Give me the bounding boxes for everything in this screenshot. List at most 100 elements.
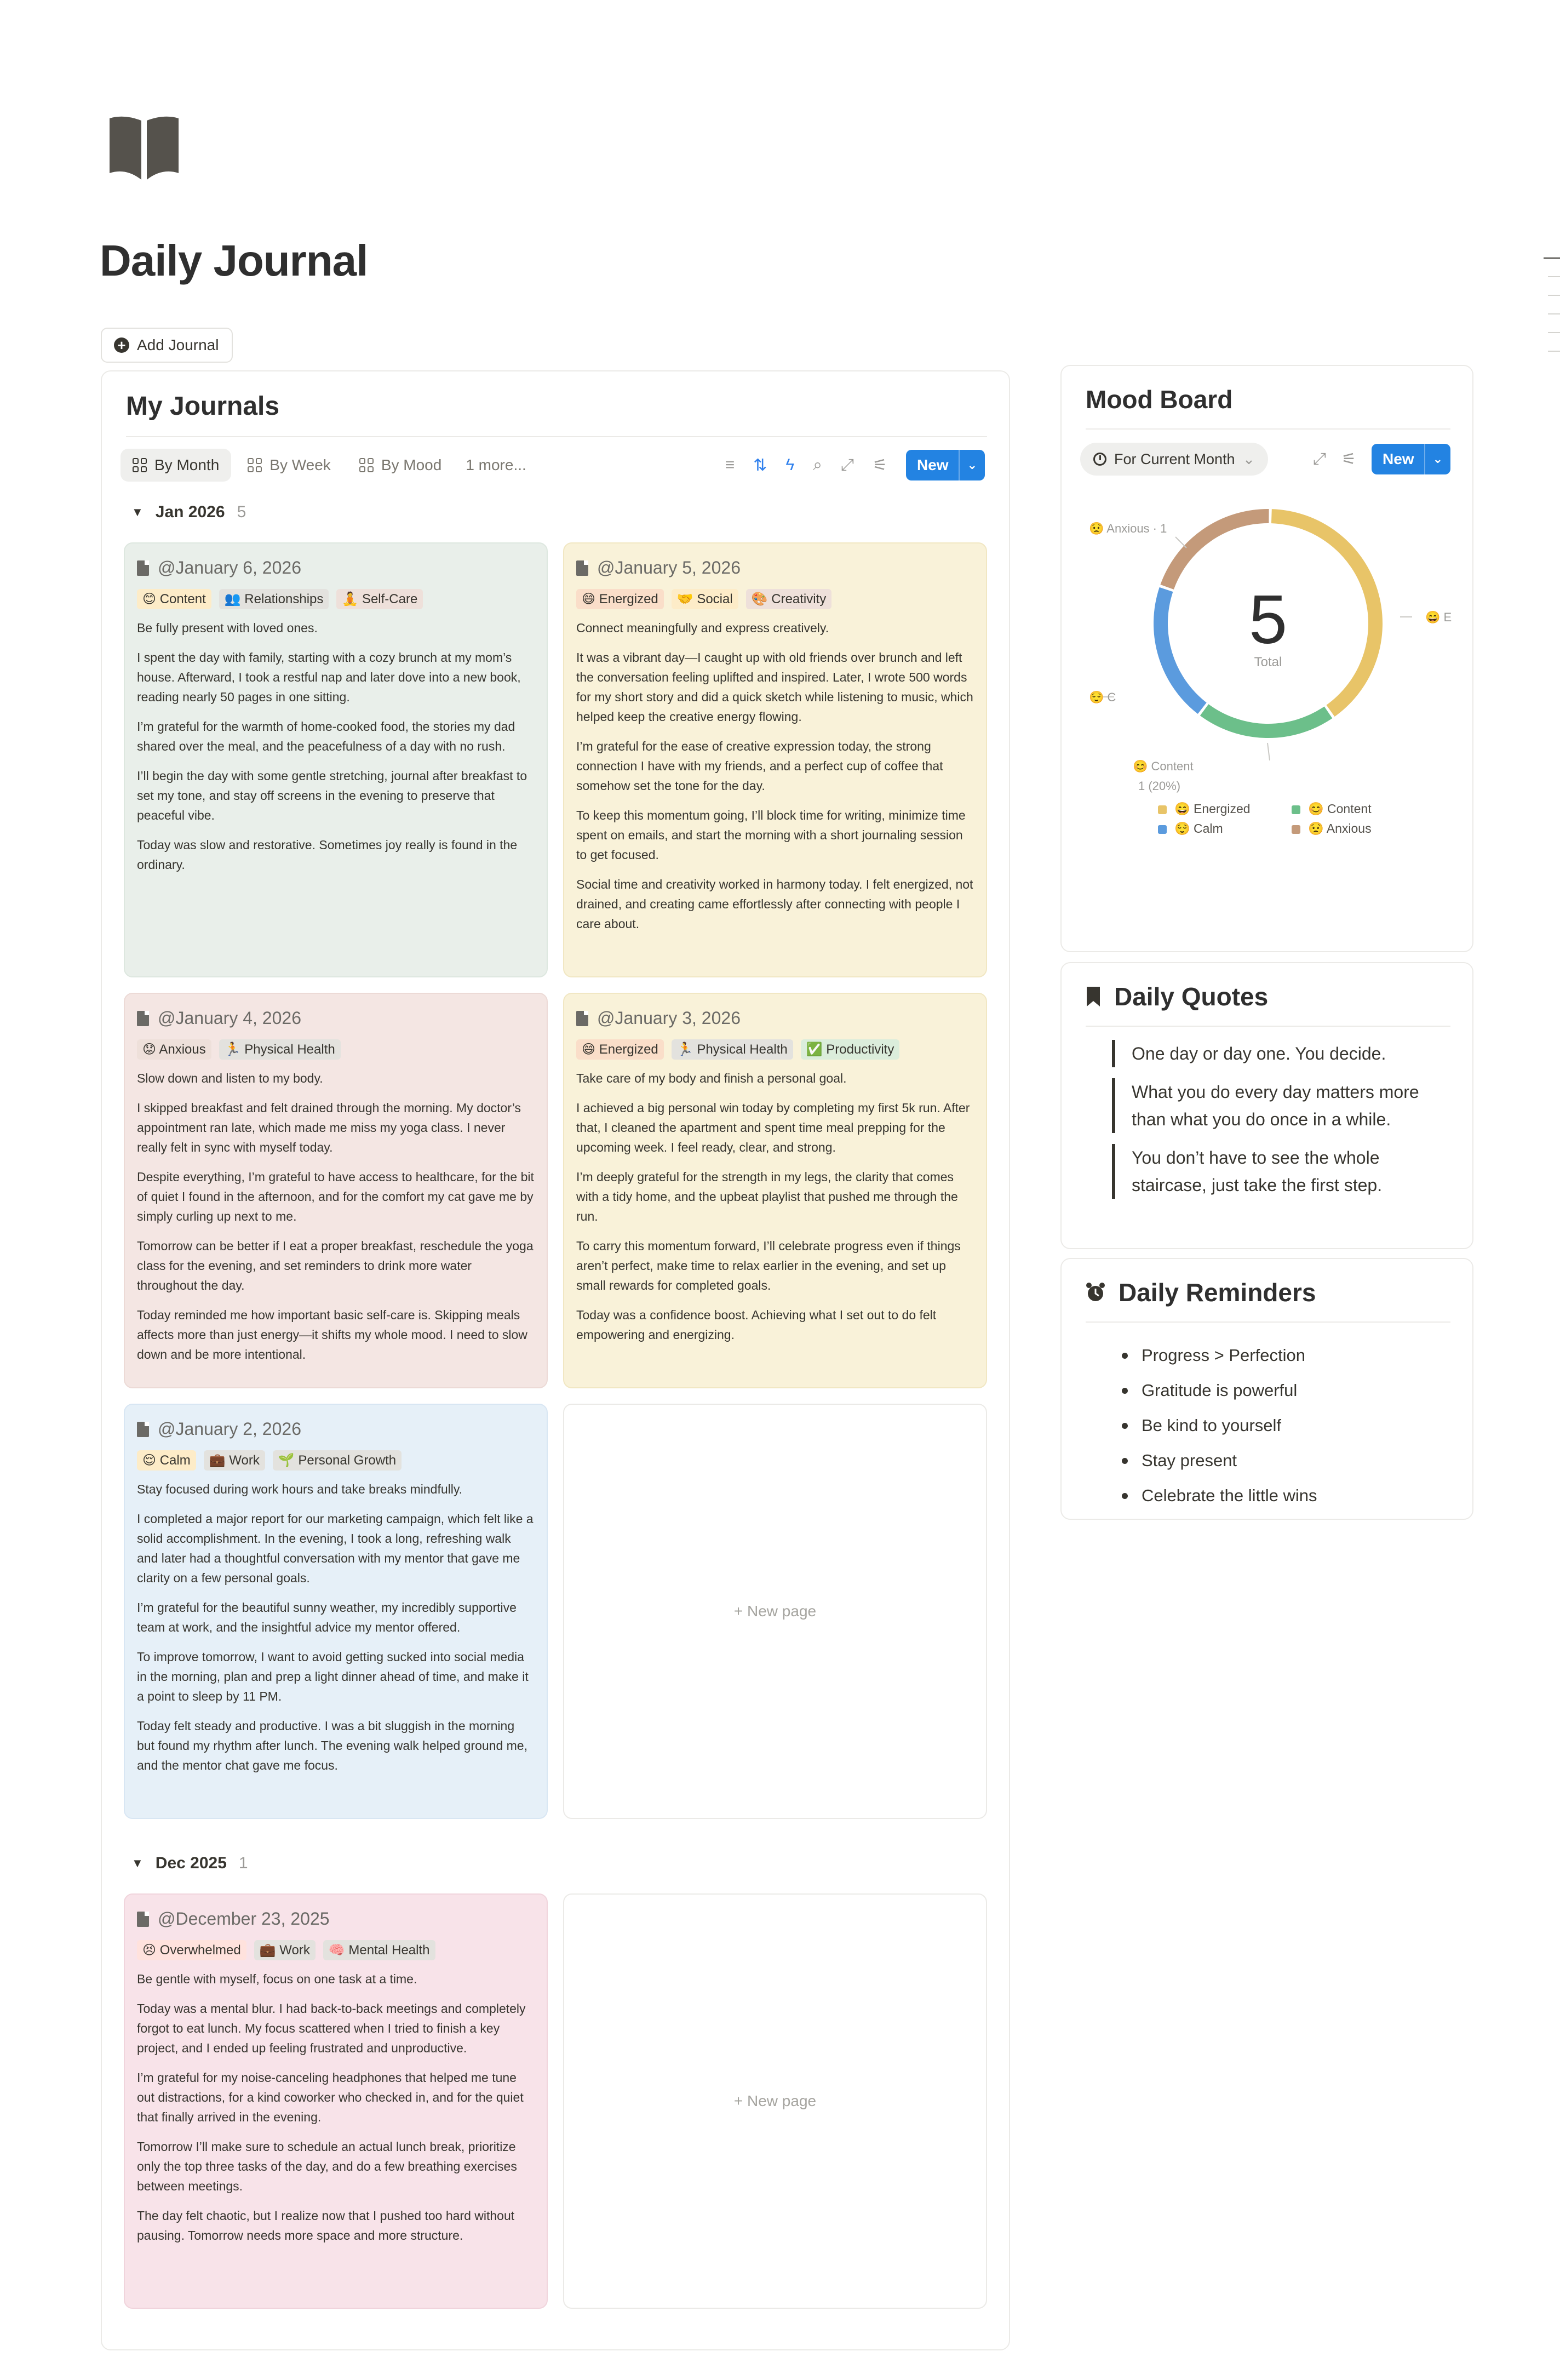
document-icon <box>137 1421 149 1437</box>
view-bar: By Month By Week By Mood 1 more... ≡ ⇅ ϟ… <box>121 447 985 483</box>
donut-slice[interactable] <box>1160 509 1269 590</box>
grid-icon <box>248 458 262 472</box>
tab-by-month[interactable]: By Month <box>121 449 232 482</box>
legend-label[interactable]: 😊 Content <box>1308 802 1372 816</box>
mood-tag: 😟 Anxious <box>137 1039 211 1060</box>
callout-content: 😊 Content <box>1133 759 1194 773</box>
legend-label[interactable]: 😌 Calm <box>1174 821 1223 836</box>
callout-energized: 😄 E <box>1425 610 1452 624</box>
mood-tag: 😄 Energized <box>576 1039 664 1060</box>
table-of-contents[interactable] <box>1544 258 1560 369</box>
list-item: Gratitude is powerful <box>1120 1373 1317 1408</box>
clock-icon <box>1093 453 1106 466</box>
quote-item: You don’t have to see the whole staircas… <box>1112 1144 1439 1199</box>
legend-swatch <box>1292 805 1300 814</box>
book-icon[interactable] <box>107 115 181 180</box>
legend-swatch <box>1292 825 1300 834</box>
plus-icon: + <box>733 2092 748 2109</box>
plus-icon: + <box>733 1603 748 1620</box>
category-tag: 🎨 Creativity <box>745 589 832 609</box>
add-journal-label: Add Journal <box>137 336 219 353</box>
category-tag: 💼 Work <box>254 1940 316 1960</box>
journal-card[interactable]: @January 2, 2026 😌 Calm 💼 Work 🌱 Persona… <box>124 1404 548 1819</box>
journals-panel: My Journals By Month By Week By Mood 1 m… <box>101 370 1010 2350</box>
new-page-card[interactable]: + New page <box>563 1404 987 1819</box>
callout-line <box>1267 742 1270 761</box>
filter-icon[interactable]: ≡ <box>725 456 735 474</box>
journal-card[interactable]: @January 5, 2026 😄 Energized 🤝 Social 🎨 … <box>563 542 987 977</box>
more-views-link[interactable]: 1 more... <box>466 456 526 474</box>
alarm-clock-icon <box>1086 1283 1105 1301</box>
grid-icon <box>359 458 374 472</box>
list-item: Progress > Perfection <box>1120 1338 1317 1373</box>
toggle-triangle-icon[interactable]: ▼ <box>131 505 144 519</box>
callout-anxious: 😟 Anxious · 1 <box>1089 522 1167 535</box>
toggle-triangle-icon[interactable]: ▼ <box>131 1856 144 1870</box>
journals-title: My Journals <box>126 392 280 421</box>
category-tag: 👥 Relationships <box>219 589 329 609</box>
add-journal-button[interactable]: + Add Journal <box>101 328 233 363</box>
journal-card[interactable]: @January 3, 2026 😄 Energized 🏃 Physical … <box>563 993 987 1388</box>
tab-by-mood[interactable]: By Mood <box>347 449 454 482</box>
document-icon <box>137 1010 149 1026</box>
journal-card[interactable]: @December 23, 2025 😣 Overwhelmed 💼 Work … <box>124 1893 548 2309</box>
reminders-list: Progress > Perfection Gratitude is power… <box>1120 1338 1317 1513</box>
callout-content-value: 1 (20%) <box>1138 779 1180 793</box>
reminders-title: Daily Reminders <box>1086 1278 1316 1307</box>
mood-board-title: Mood Board <box>1086 385 1233 414</box>
legend-swatch <box>1158 825 1167 834</box>
lightning-icon[interactable]: ϟ <box>785 456 794 474</box>
category-tag: ✅ Productivity <box>800 1039 900 1060</box>
chevron-down-icon[interactable]: ⌄ <box>1424 444 1450 474</box>
page-title: Daily Journal <box>100 236 368 285</box>
mood-tag: 😌 Calm <box>137 1450 196 1471</box>
sort-icon[interactable]: ⇅ <box>753 456 767 475</box>
group-header-dec-2025[interactable]: ▼ Dec 2025 1 <box>131 1854 248 1873</box>
donut-total-label: Total <box>1254 655 1282 670</box>
new-page-card[interactable]: + New page <box>563 1893 987 2309</box>
document-icon <box>576 560 588 576</box>
category-tag: 🤝 Social <box>671 589 738 609</box>
bookmark-icon <box>1087 987 1100 1006</box>
settings-icon[interactable]: ⚟ <box>873 456 887 475</box>
list-item: Celebrate the little wins <box>1120 1478 1317 1513</box>
category-tag: 💼 Work <box>203 1450 265 1471</box>
mood-tag: 😊 Content <box>137 589 211 609</box>
journal-card[interactable]: @January 6, 2026 😊 Content 👥 Relationshi… <box>124 542 548 977</box>
month-filter-dropdown[interactable]: For Current Month ⌄ <box>1080 443 1269 476</box>
expand-icon[interactable]: ⤢ <box>1313 450 1326 468</box>
chevron-down-icon: ⌄ <box>1242 450 1255 467</box>
tab-by-week[interactable]: By Week <box>236 449 343 482</box>
donut-slice[interactable] <box>1200 704 1333 738</box>
donut-slice[interactable] <box>1154 587 1207 714</box>
chevron-down-icon[interactable]: ⌄ <box>958 450 985 480</box>
legend-label[interactable]: 😟 Anxious <box>1308 821 1372 836</box>
search-icon[interactable]: ⌕ <box>813 456 822 474</box>
category-tag: 🧠 Mental Health <box>323 1940 435 1960</box>
settings-icon[interactable]: ⚟ <box>1341 450 1356 469</box>
grid-icon <box>133 458 147 472</box>
document-icon <box>576 1010 588 1026</box>
legend-swatch <box>1158 805 1167 814</box>
mood-board-panel: Mood Board For Current Month ⌄ ⤢ ⚟ New ⌄… <box>1060 365 1473 952</box>
new-journal-button[interactable]: New ⌄ <box>905 450 985 480</box>
category-tag: 🏃 Physical Health <box>671 1039 793 1060</box>
list-item: Be kind to yourself <box>1120 1408 1317 1443</box>
quote-item: What you do every day matters more than … <box>1112 1078 1439 1133</box>
journal-card[interactable]: @January 4, 2026 😟 Anxious 🏃 Physical He… <box>124 993 548 1388</box>
mood-donut-chart[interactable]: 😟 Anxious · 1 😄 E 😌 C 😊 Content 1 (20%) … <box>1062 476 1475 892</box>
callout-calm: 😌 C <box>1089 690 1116 704</box>
legend-label[interactable]: 😄 Energized <box>1174 802 1251 816</box>
quotes-title: Daily Quotes <box>1086 982 1268 1011</box>
document-icon <box>137 1911 149 1927</box>
callout-line <box>1175 536 1187 548</box>
donut-total-value: 5 <box>1249 581 1287 658</box>
quote-item: One day or day one. You decide. <box>1112 1040 1439 1067</box>
category-tag: 🧘 Self-Care <box>336 589 423 609</box>
plus-icon: + <box>114 337 129 353</box>
category-tag: 🏃 Physical Health <box>219 1039 341 1060</box>
new-mood-button[interactable]: New ⌄ <box>1371 444 1450 474</box>
group-header-jan-2026[interactable]: ▼ Jan 2026 5 <box>131 503 246 522</box>
expand-icon[interactable]: ⤢ <box>841 456 854 474</box>
mood-tag: 😣 Overwhelmed <box>137 1940 246 1960</box>
